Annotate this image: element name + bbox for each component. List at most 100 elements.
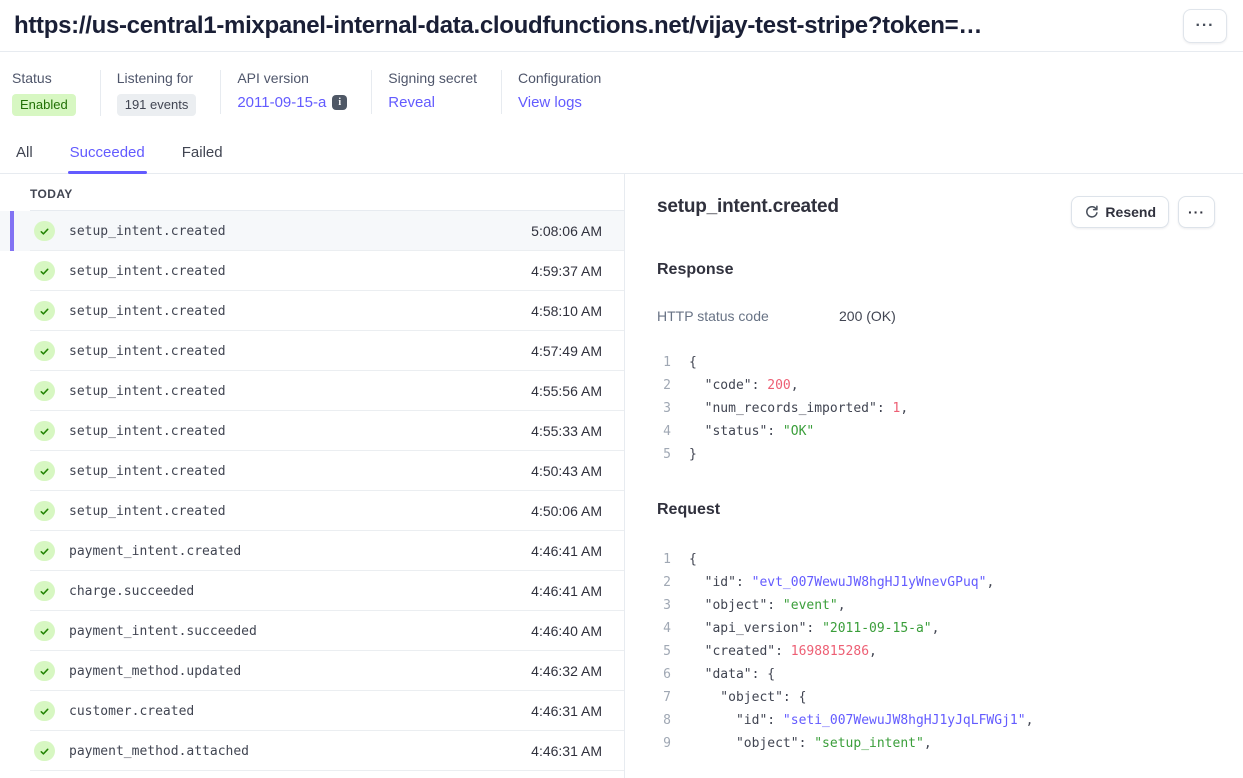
event-name: payment_intent.created [69,544,241,559]
api-version-link[interactable]: 2011-09-15-a [237,94,326,111]
event-time: 4:50:06 AM [531,503,602,519]
line-number: 4 [657,420,671,443]
page-header: https://us-central1-mixpanel-internal-da… [0,0,1243,52]
configuration-label: Configuration [518,70,601,86]
event-detail-panel: setup_intent.created Resend ··· Response [625,174,1243,778]
ellipsis-icon: ··· [1188,204,1205,220]
code-line: 1{ [657,548,1215,571]
event-list-item[interactable]: setup_intent.created 4:55:33 AM [0,411,624,451]
event-time: 4:55:33 AM [531,423,602,439]
signing-secret-label: Signing secret [388,70,477,86]
code-line: 2 "code": 200, [657,374,1215,397]
code-line: 5} [657,443,1215,466]
tab-succeeded[interactable]: Succeeded [68,138,147,173]
code-line: 4 "status": "OK" [657,420,1215,443]
view-logs-link[interactable]: View logs [518,94,582,111]
api-version-label: API version [237,70,347,86]
line-number: 5 [657,640,671,663]
line-number: 3 [657,397,671,420]
event-time: 4:46:32 AM [531,663,602,679]
success-check-icon [34,381,55,401]
event-time: 4:50:43 AM [531,463,602,479]
event-name: payment_intent.succeeded [69,624,257,639]
resend-refresh-icon [1084,205,1098,219]
tab-failed[interactable]: Failed [180,138,225,173]
ellipsis-icon: ··· [1196,18,1215,34]
event-list-item[interactable]: charge.succeeded 4:46:41 AM [0,571,624,611]
event-time: 4:55:56 AM [531,383,602,399]
endpoint-url-title: https://us-central1-mixpanel-internal-da… [14,12,982,40]
status-enabled-badge: Enabled [12,94,76,116]
success-check-icon [34,221,55,241]
event-time: 4:46:41 AM [531,543,602,559]
event-list-item[interactable]: setup_intent.created 4:57:49 AM [0,331,624,371]
line-number: 6 [657,663,671,686]
response-section-heading: Response [657,261,1215,279]
line-number: 3 [657,594,671,617]
header-overflow-button[interactable]: ··· [1183,9,1227,43]
event-list-item[interactable]: setup_intent.created 4:58:10 AM [0,291,624,331]
code-line: 5 "created": 1698815286, [657,640,1215,663]
event-time: 4:57:49 AM [531,343,602,359]
code-line: 4 "api_version": "2011-09-15-a", [657,617,1215,640]
success-check-icon [34,501,55,521]
event-list-item[interactable]: payment_intent.created 4:46:41 AM [0,531,624,571]
code-line: 6 "data": { [657,663,1215,686]
event-count-badge: 191 events [117,94,197,116]
http-status-row: HTTP status code 200 (OK) [657,308,1215,324]
event-name: setup_intent.created [69,504,226,519]
event-list-item[interactable]: setup_intent.created 4:59:37 AM [0,251,624,291]
line-number: 2 [657,571,671,594]
success-check-icon [34,701,55,721]
line-number: 8 [657,709,671,732]
success-check-icon [34,301,55,321]
resend-button[interactable]: Resend [1071,196,1169,228]
event-rows: setup_intent.created 5:08:06 AM setup_in… [0,211,624,771]
success-check-icon [34,341,55,361]
line-number: 1 [657,351,671,374]
event-list-item[interactable]: setup_intent.created 5:08:06 AM [0,211,624,251]
api-version-column: API version 2011-09-15-a i [220,70,371,114]
listening-for-column: Listening for 191 events [100,70,221,116]
event-name: setup_intent.created [69,464,226,479]
success-check-icon [34,461,55,481]
reveal-link[interactable]: Reveal [388,94,435,111]
event-list-item[interactable]: payment_intent.succeeded 4:46:40 AM [0,611,624,651]
event-name: setup_intent.created [69,224,226,239]
event-time: 4:59:37 AM [531,263,602,279]
response-code-block: 1{2 "code": 200,3 "num_records_imported"… [657,351,1215,466]
line-number: 5 [657,443,671,466]
event-list-item[interactable]: setup_intent.created 4:50:06 AM [0,491,624,531]
status-label: Status [12,70,76,86]
event-name: setup_intent.created [69,424,226,439]
event-name: payment_method.attached [69,744,249,759]
code-line: 1{ [657,351,1215,374]
line-number: 1 [657,548,671,571]
event-list-item[interactable]: customer.created 4:46:31 AM [0,691,624,731]
listening-for-label: Listening for [117,70,197,86]
tab-all[interactable]: All [14,138,35,173]
event-time: 4:46:41 AM [531,583,602,599]
success-check-icon [34,581,55,601]
request-section-heading: Request [657,501,1215,519]
code-line: 9 "object": "setup_intent", [657,732,1215,755]
resend-button-label: Resend [1105,204,1156,220]
line-number: 9 [657,732,671,755]
event-time: 4:46:40 AM [531,623,602,639]
event-list-item[interactable]: setup_intent.created 4:50:43 AM [0,451,624,491]
detail-overflow-button[interactable]: ··· [1178,196,1215,228]
success-check-icon [34,621,55,641]
date-group-label: TODAY [0,174,624,211]
http-status-label: HTTP status code [657,308,839,324]
signing-secret-column: Signing secret Reveal [371,70,501,114]
event-list-item[interactable]: setup_intent.created 4:55:56 AM [0,371,624,411]
event-name: payment_method.updated [69,664,241,679]
event-time: 4:46:31 AM [531,703,602,719]
code-line: 3 "object": "event", [657,594,1215,617]
request-code-block: 1{2 "id": "evt_007WewuJW8hgHJ1yWnevGPuq"… [657,548,1215,755]
success-check-icon [34,541,55,561]
line-number: 7 [657,686,671,709]
event-time: 4:58:10 AM [531,303,602,319]
event-list-item[interactable]: payment_method.attached 4:46:31 AM [0,731,624,771]
event-list-item[interactable]: payment_method.updated 4:46:32 AM [0,651,624,691]
